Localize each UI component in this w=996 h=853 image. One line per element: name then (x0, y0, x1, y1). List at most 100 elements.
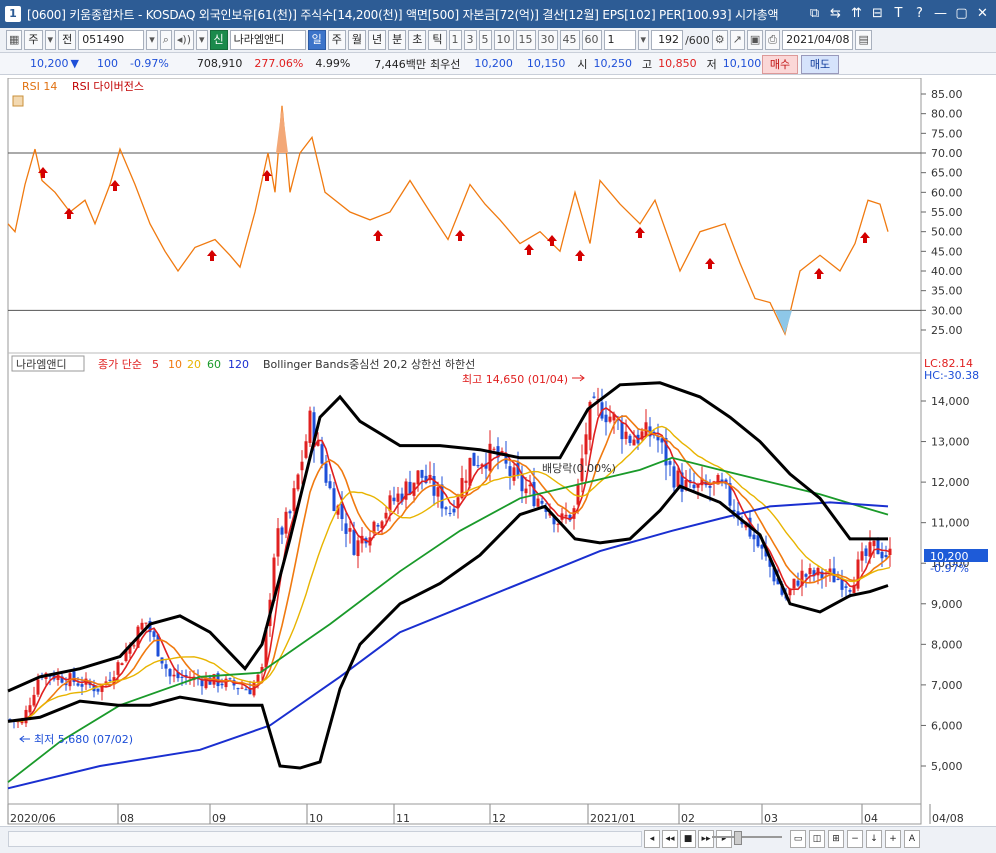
candle-body (472, 452, 476, 466)
interval-45[interactable]: 45 (559, 30, 580, 50)
candle-body (356, 540, 360, 557)
interval-dropdown-icon[interactable]: ▾ (637, 30, 650, 50)
candle-body (420, 469, 424, 478)
interval-3[interactable]: 3 (463, 30, 477, 50)
candle-body (868, 542, 872, 557)
interval-input[interactable]: 1 (603, 30, 636, 50)
candle-body (604, 414, 608, 423)
font-size-icon[interactable]: A (904, 830, 920, 848)
calendar-icon[interactable]: ▤ (855, 30, 872, 50)
current-rate-tag: -0.97% (930, 562, 969, 575)
stock-code-input[interactable]: 051490 (78, 30, 145, 50)
help-icon[interactable]: ? (910, 5, 929, 23)
turnover: 4.99% (315, 57, 351, 70)
interval-15[interactable]: 15 (515, 30, 536, 50)
tab-yearly[interactable]: 년 (368, 30, 387, 50)
sell-button[interactable]: 매도 (801, 55, 839, 74)
interval-60[interactable]: 60 (581, 30, 602, 50)
scroll-end-icon[interactable]: ↓ (866, 830, 882, 848)
x-tick-label: 10 (309, 812, 323, 825)
chart-scrollbar[interactable] (8, 831, 642, 847)
legend-bollinger: Bollinger Bands중심선 20,2 상한선 하한선 (263, 357, 475, 371)
period-select[interactable]: 전 (58, 30, 77, 50)
dropdown-icon[interactable]: ▾ (44, 30, 57, 50)
candle-body (476, 465, 480, 467)
scroll-left-icon[interactable]: ◂ (644, 830, 660, 848)
tab-tick[interactable]: 틱 (428, 30, 447, 50)
tab-minute[interactable]: 분 (388, 30, 407, 50)
interval-1[interactable]: 1 (448, 30, 462, 50)
scroll-last-icon[interactable]: ▸▸ (698, 830, 714, 848)
candle-body (276, 528, 280, 557)
tab-second[interactable]: 초 (408, 30, 427, 50)
chart-type-icon[interactable]: ▭ (790, 830, 806, 848)
compare-icon[interactable]: ◫ (809, 830, 825, 848)
zoom-slider[interactable] (712, 836, 782, 838)
candle-body (144, 622, 148, 624)
legend-ma120: 120 (228, 358, 249, 371)
buy-button[interactable]: 매수 (762, 55, 798, 74)
drawing-icon[interactable]: ↗ (729, 30, 745, 50)
rsi-tick-label: 60.00 (931, 186, 963, 199)
interval-5[interactable]: 5 (478, 30, 492, 50)
dividend-note: 배당락(0.00%) (542, 462, 616, 475)
rsi-settings-icon[interactable] (12, 95, 24, 107)
legend-ma5: 5 (152, 358, 159, 371)
candle-body (392, 497, 396, 502)
scroll-right-icon[interactable]: ▸ (716, 830, 732, 848)
window-link-icon[interactable]: ⧉ (805, 5, 824, 23)
price-tick-label: 6,000 (931, 719, 963, 732)
date-input[interactable]: 2021/04/08 (782, 30, 854, 50)
zoom-out-icon[interactable]: − (847, 830, 863, 848)
print-icon[interactable]: ⎙ (765, 30, 781, 50)
candle-body (644, 422, 648, 436)
code-dropdown-icon[interactable]: ▾ (146, 30, 158, 50)
tab-daily[interactable]: 일 (307, 30, 326, 50)
zoom-slider-thumb[interactable] (734, 831, 742, 845)
zoom-in-icon[interactable]: + (885, 830, 901, 848)
change-rate: -0.97% (129, 57, 169, 70)
interval-10[interactable]: 10 (493, 30, 514, 50)
candle-body (324, 463, 328, 483)
candle-body (452, 508, 456, 513)
text-icon[interactable]: T (889, 5, 908, 23)
candle-body (284, 511, 288, 534)
maximize-icon[interactable]: ▢ (952, 5, 971, 23)
sound-icon[interactable]: ◂)) (173, 30, 194, 50)
close-icon[interactable]: ✕ (973, 5, 992, 23)
layout-icon[interactable]: ⊟ (868, 5, 887, 23)
candle-body (804, 574, 808, 577)
candle-body (876, 538, 880, 555)
split-icon[interactable]: ⊞ (828, 830, 844, 848)
price-tick-label: 12,000 (931, 476, 970, 489)
rsi-tick-label: 80.00 (931, 108, 963, 121)
settings-icon[interactable]: ⚙ (711, 30, 728, 50)
candle-body (300, 461, 304, 471)
market-select[interactable]: 주 (24, 30, 43, 50)
search-icon[interactable]: ⌕ (159, 30, 172, 50)
scroll-first-icon[interactable]: ◂◂ (662, 830, 678, 848)
tab-monthly[interactable]: 월 (347, 30, 367, 50)
low-note: 최저 5,680 (07/02) (34, 733, 133, 746)
rsi-tick-label: 70.00 (931, 147, 963, 160)
save-icon[interactable]: ▣ (746, 30, 764, 50)
candle-body (864, 548, 868, 556)
candle-body (288, 511, 292, 514)
candle-body (792, 578, 796, 589)
minimize-icon[interactable]: — (931, 5, 950, 23)
tab-weekly[interactable]: 주 (327, 30, 346, 50)
rsi-label: RSI 14 (22, 80, 57, 93)
grid-icon[interactable]: ▦ (6, 30, 23, 50)
legend-ma60: 60 (207, 358, 221, 371)
candle-body (444, 507, 448, 510)
swap-icon[interactable]: ⇆ (826, 5, 845, 23)
stock-chart[interactable]: 85.00 80.00 75.00 70.00 65.00 60.00 55.00 50.00… (0, 78, 996, 852)
top-icon[interactable]: ⇈ (847, 5, 866, 23)
candle-body (200, 680, 204, 687)
sound-dropdown-icon[interactable]: ▾ (196, 30, 208, 50)
stop-icon[interactable]: ■ (680, 830, 696, 848)
stock-name: 나라엠앤디 (229, 30, 306, 50)
count-input[interactable]: 192 (651, 30, 684, 50)
interval-30[interactable]: 30 (537, 30, 558, 50)
candle-body (556, 523, 560, 525)
